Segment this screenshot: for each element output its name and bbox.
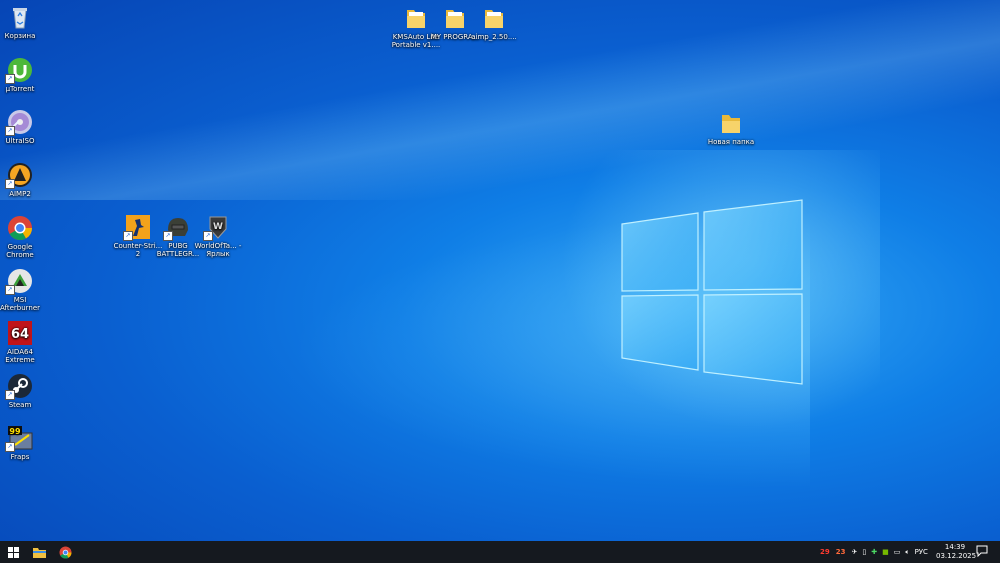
desktop-icon-msi-afterburner[interactable]: ↗ MSI Afterburner [0,268,47,312]
volume-icon[interactable]: 🔈︎ [905,548,909,557]
desktop-icon-google-chrome[interactable]: Google Chrome [0,215,47,259]
desktop-icon-ultraiso[interactable]: ↗ UltraISO [0,109,47,145]
icon-label: Новая папка [707,138,755,146]
icon-label: AIDA64 Extreme [5,348,35,364]
desktop-icon-steam[interactable]: ↗ Steam [0,373,47,409]
desktop-icon-aida64[interactable]: 64 AIDA64 Extreme [0,320,47,364]
usb-icon[interactable]: ▯ [862,548,866,556]
clock[interactable]: 14:39 03.12.2025 [936,543,977,561]
start-button[interactable] [0,541,26,563]
icon-label: Корзина [4,32,36,40]
svg-text:99: 99 [9,427,21,436]
language-indicator[interactable]: РУС [915,548,928,556]
desktop-icon-aimp2[interactable]: ↗ AIMP2 [0,162,47,198]
fraps-icon: 99 ↗ [5,425,33,452]
icon-label: µTorrent [5,85,35,93]
clock-date: 03.12.2025 [936,552,977,560]
tray-temp-1[interactable]: 29 [820,548,830,556]
folder-icon [718,110,744,136]
chrome-icon [59,546,71,559]
svg-text:64: 64 [11,327,29,342]
icon-label: UltraISO [5,137,35,145]
clock-time: 14:39 [944,543,966,551]
action-center-button[interactable] [976,545,988,559]
world-of-tanks-icon: W ↗ [203,214,231,241]
aida64-icon: 64 [7,320,33,346]
icon-label: Google Chrome [6,243,34,259]
desktop-icon-new-folder[interactable]: Новая папка [704,110,758,146]
folder-icon [442,5,468,31]
windows-logo [621,199,803,385]
taskbar-chrome[interactable] [52,541,78,563]
nvidia-icon[interactable]: ■ [882,548,889,556]
msi-afterburner-icon: ↗ [5,268,33,295]
desktop-icon-aimp-folder[interactable]: aimp_2.50.... [467,5,521,41]
tray-tool-icon[interactable]: ✈ [852,548,858,556]
desktop: Корзина ↗ µTorrent ↗ UltraISO ↗ AIMP2 Go… [0,0,1000,541]
pubg-icon: ↗ [163,214,191,241]
steam-icon: ↗ [5,373,33,400]
folder-icon [481,5,507,31]
aimp-icon: ↗ [5,162,33,189]
desktop-icon-utorrent[interactable]: ↗ µTorrent [0,57,47,93]
windows-start-icon [7,546,19,558]
folder-icon [403,5,429,31]
desktop-icon-world-of-tanks[interactable]: W ↗ WorldOfTa... - Ярлык [191,214,245,258]
network-icon[interactable]: ▭ [894,548,901,556]
chrome-icon [7,215,33,241]
svg-text:W: W [213,222,223,232]
desktop-icon-recycle-bin[interactable]: Корзина [0,4,47,40]
notification-icon [976,545,988,558]
utorrent-icon: ↗ [5,57,33,84]
system-tray: 29 23 ✈ ▯ ✚ ■ ▭ 🔈︎ РУС [820,541,934,563]
file-explorer-icon [32,547,46,558]
icon-label: Fraps [10,453,30,461]
icon-label: AIMP2 [9,190,31,198]
icon-label: WorldOfTa... - Ярлык [194,242,242,258]
ultraiso-icon: ↗ [5,109,33,136]
counter-strike-icon: ↗ [123,214,151,241]
icon-label: MSI Afterburner [0,296,41,312]
tray-app-icon[interactable]: ✚ [871,548,877,556]
desktop-icon-fraps[interactable]: 99 ↗ Fraps [0,425,47,461]
icon-label: aimp_2.50.... [471,33,517,41]
tray-temp-2[interactable]: 23 [836,548,846,556]
taskbar-file-explorer[interactable] [26,541,52,563]
taskbar: 29 23 ✈ ▯ ✚ ■ ▭ 🔈︎ РУС 14:39 03.12.2025 [0,541,1000,563]
icon-label: Steam [8,401,32,409]
recycle-bin-icon [7,4,33,30]
